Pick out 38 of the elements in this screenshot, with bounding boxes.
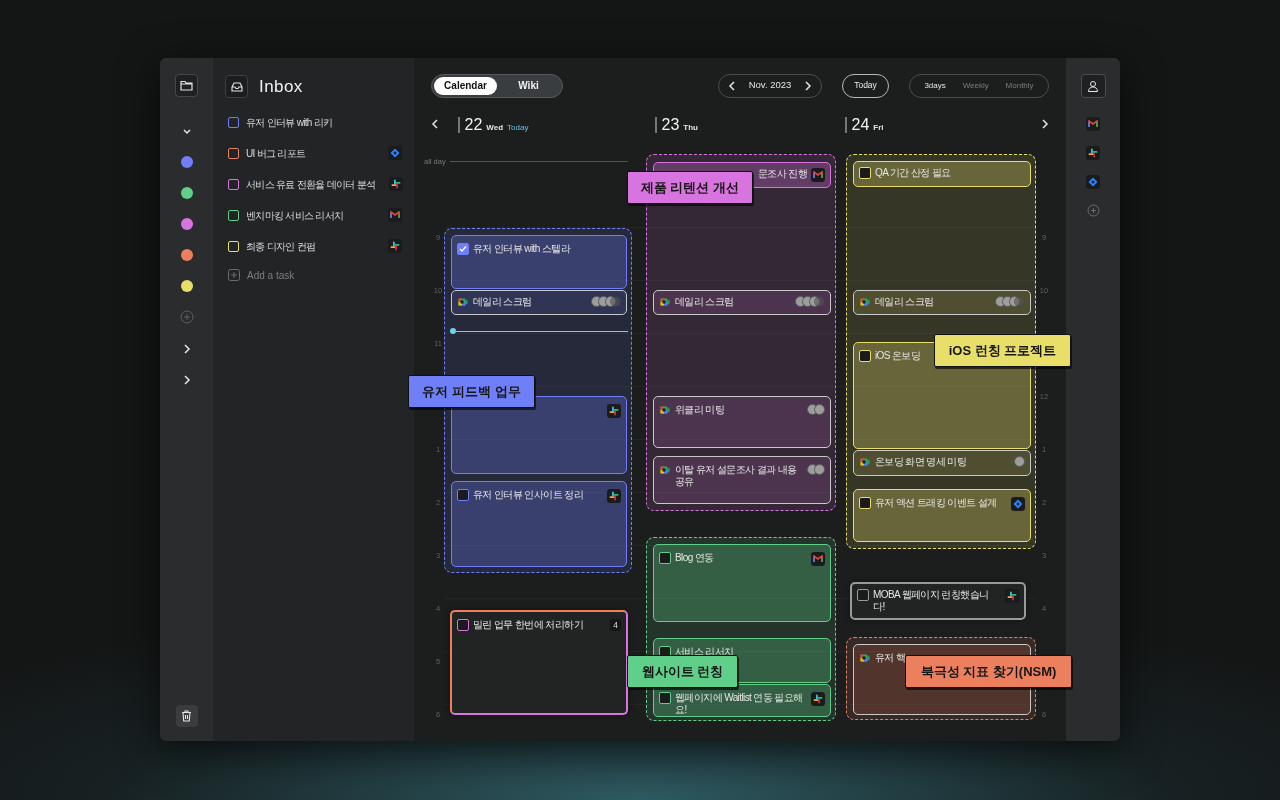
task-title: 서비스 유료 전환율 데이터 분석 [246, 177, 376, 192]
task-title: 유저 인터뷰 with 리키 [246, 115, 333, 130]
task-title: 유저 인터뷰 인사이트 정리 [473, 488, 583, 501]
day-number: 24 [851, 115, 870, 135]
meeting-title: 데일리 스크럼 [675, 295, 734, 308]
meeting-title: 데일리 스크럼 [875, 295, 934, 308]
weekday-label: Wed [486, 122, 504, 134]
day-number: 22 [464, 115, 483, 135]
task-title: 웹페이지에 Waitlist 연동 필요해요! [675, 691, 803, 716]
project-tooltip: 북극성 지표 찾기(NSM) [905, 655, 1072, 688]
month-label: Nov. 2023 [748, 78, 792, 93]
task-title: 최종 디자인 컨펌 [246, 239, 316, 254]
task-title: iOS 온보딩 [875, 349, 921, 362]
meeting-title: 온보딩 화면 명세 미팅 [875, 455, 967, 468]
project-tooltip: 웹사이트 런칭 [627, 655, 738, 688]
project-tooltip: 제품 리텐션 개선 [627, 171, 753, 204]
task-title: UI 버그 리포트 [246, 146, 306, 161]
inbox-title: Inbox [259, 76, 303, 98]
task-title: 밀린 업무 한번에 처리하기 [473, 619, 583, 631]
count-badge: 4 [610, 619, 621, 631]
meeting-title: 위클리 미팅 [675, 403, 725, 416]
task-title: QA 기간 산정 필요 [875, 166, 951, 179]
today-label: Today [507, 122, 529, 134]
task-title: MOBA 웹페이지 런칭했습니다! [873, 589, 990, 613]
weekday-label: Thu [683, 122, 698, 134]
meeting-title: 유저 핵 [875, 651, 906, 664]
task-title: 유저 액션 트래킹 이벤트 설계 [875, 496, 997, 509]
task-title: Blog 연동 [675, 551, 714, 564]
task-title: 벤치마킹 서비스 리서치 [246, 208, 344, 223]
project-tooltip: iOS 런칭 프로젝트 [934, 334, 1071, 367]
project-tooltip: 유저 피드백 업무 [408, 375, 535, 408]
weekday-label: Fri [873, 122, 884, 134]
task-title: 문조사 진행 [757, 167, 807, 180]
task-title: 서비스 리서치 [675, 645, 734, 658]
day-number: 23 [661, 115, 680, 135]
task-title: 유저 인터뷰 with 스텔라 [473, 242, 571, 255]
meeting-title: 이탈 유저 설문조사 결과 내용 공유 [675, 463, 798, 488]
meeting-title: 데일리 스크럼 [473, 295, 532, 308]
